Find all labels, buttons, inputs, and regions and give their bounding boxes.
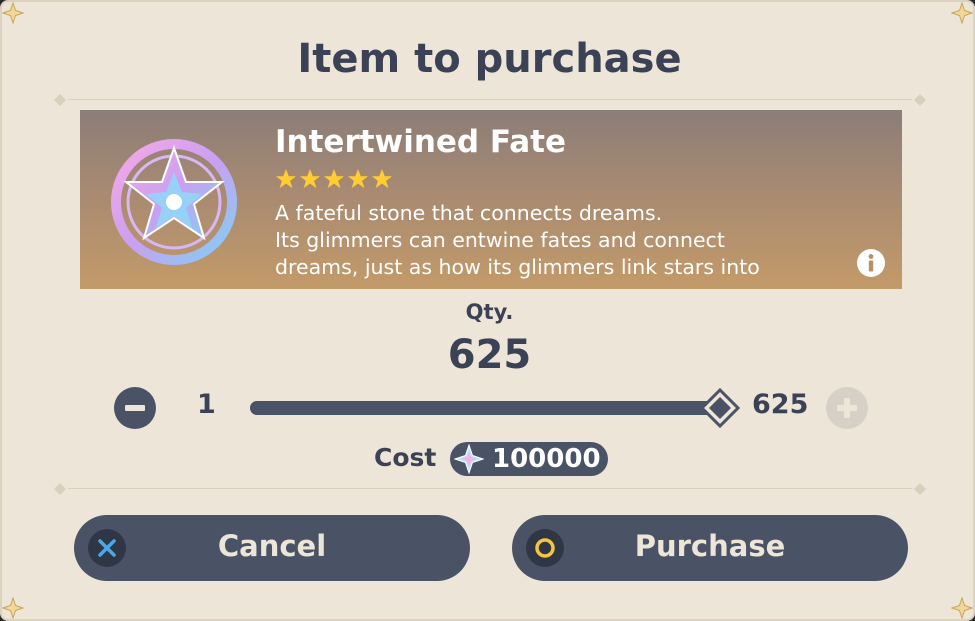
corner-star-icon — [951, 597, 973, 619]
increase-quantity-button[interactable] — [826, 387, 868, 429]
cost-value: 100000 — [492, 444, 601, 474]
quantity-label: Qty. — [465, 300, 514, 324]
corner-star-icon — [2, 2, 24, 24]
star-icon — [275, 168, 297, 189]
quantity-slider-fill — [250, 401, 720, 415]
slider-max-label: 625 — [752, 389, 809, 420]
cancel-button[interactable]: Cancel — [74, 515, 470, 581]
corner-star-icon — [2, 597, 24, 619]
dialog-title: Item to purchase — [297, 36, 682, 82]
star-icon — [299, 168, 321, 189]
slider-handle-icon[interactable] — [700, 388, 740, 428]
purchase-button[interactable]: Purchase — [512, 515, 908, 581]
cost-badge: 100000 — [450, 442, 608, 476]
primogem-icon — [454, 444, 484, 474]
corner-star-icon — [951, 2, 973, 24]
purchase-button-label: Purchase — [634, 529, 786, 563]
cancel-button-label: Cancel — [217, 529, 327, 563]
purchase-dialog: Item to purchase Intertwined Fate A fate… — [0, 0, 975, 621]
slider-min-label: 1 — [197, 389, 216, 420]
quantity-value: 625 — [447, 332, 532, 378]
star-icon — [347, 168, 369, 189]
item-name: Intertwined Fate — [275, 124, 567, 160]
decrease-quantity-button[interactable] — [114, 387, 156, 429]
star-icon — [323, 168, 345, 189]
quantity-slider[interactable] — [250, 401, 720, 415]
item-description-line: Its glimmers can entwine fates and conne… — [275, 228, 725, 252]
item-description-line: dreams, just as how its glimmers link st… — [275, 255, 760, 279]
cost-label: Cost — [374, 443, 437, 472]
info-icon[interactable] — [856, 248, 886, 278]
footer-divider — [50, 483, 930, 495]
intertwined-fate-icon — [111, 139, 237, 265]
title-divider — [50, 94, 930, 106]
item-description-line: A fateful stone that connects dreams. — [275, 201, 663, 225]
item-rarity-stars — [275, 168, 393, 190]
star-icon — [371, 168, 393, 189]
item-description: A fateful stone that connects dreams. It… — [275, 200, 865, 281]
item-card: Intertwined Fate A fateful stone that co… — [80, 110, 902, 289]
